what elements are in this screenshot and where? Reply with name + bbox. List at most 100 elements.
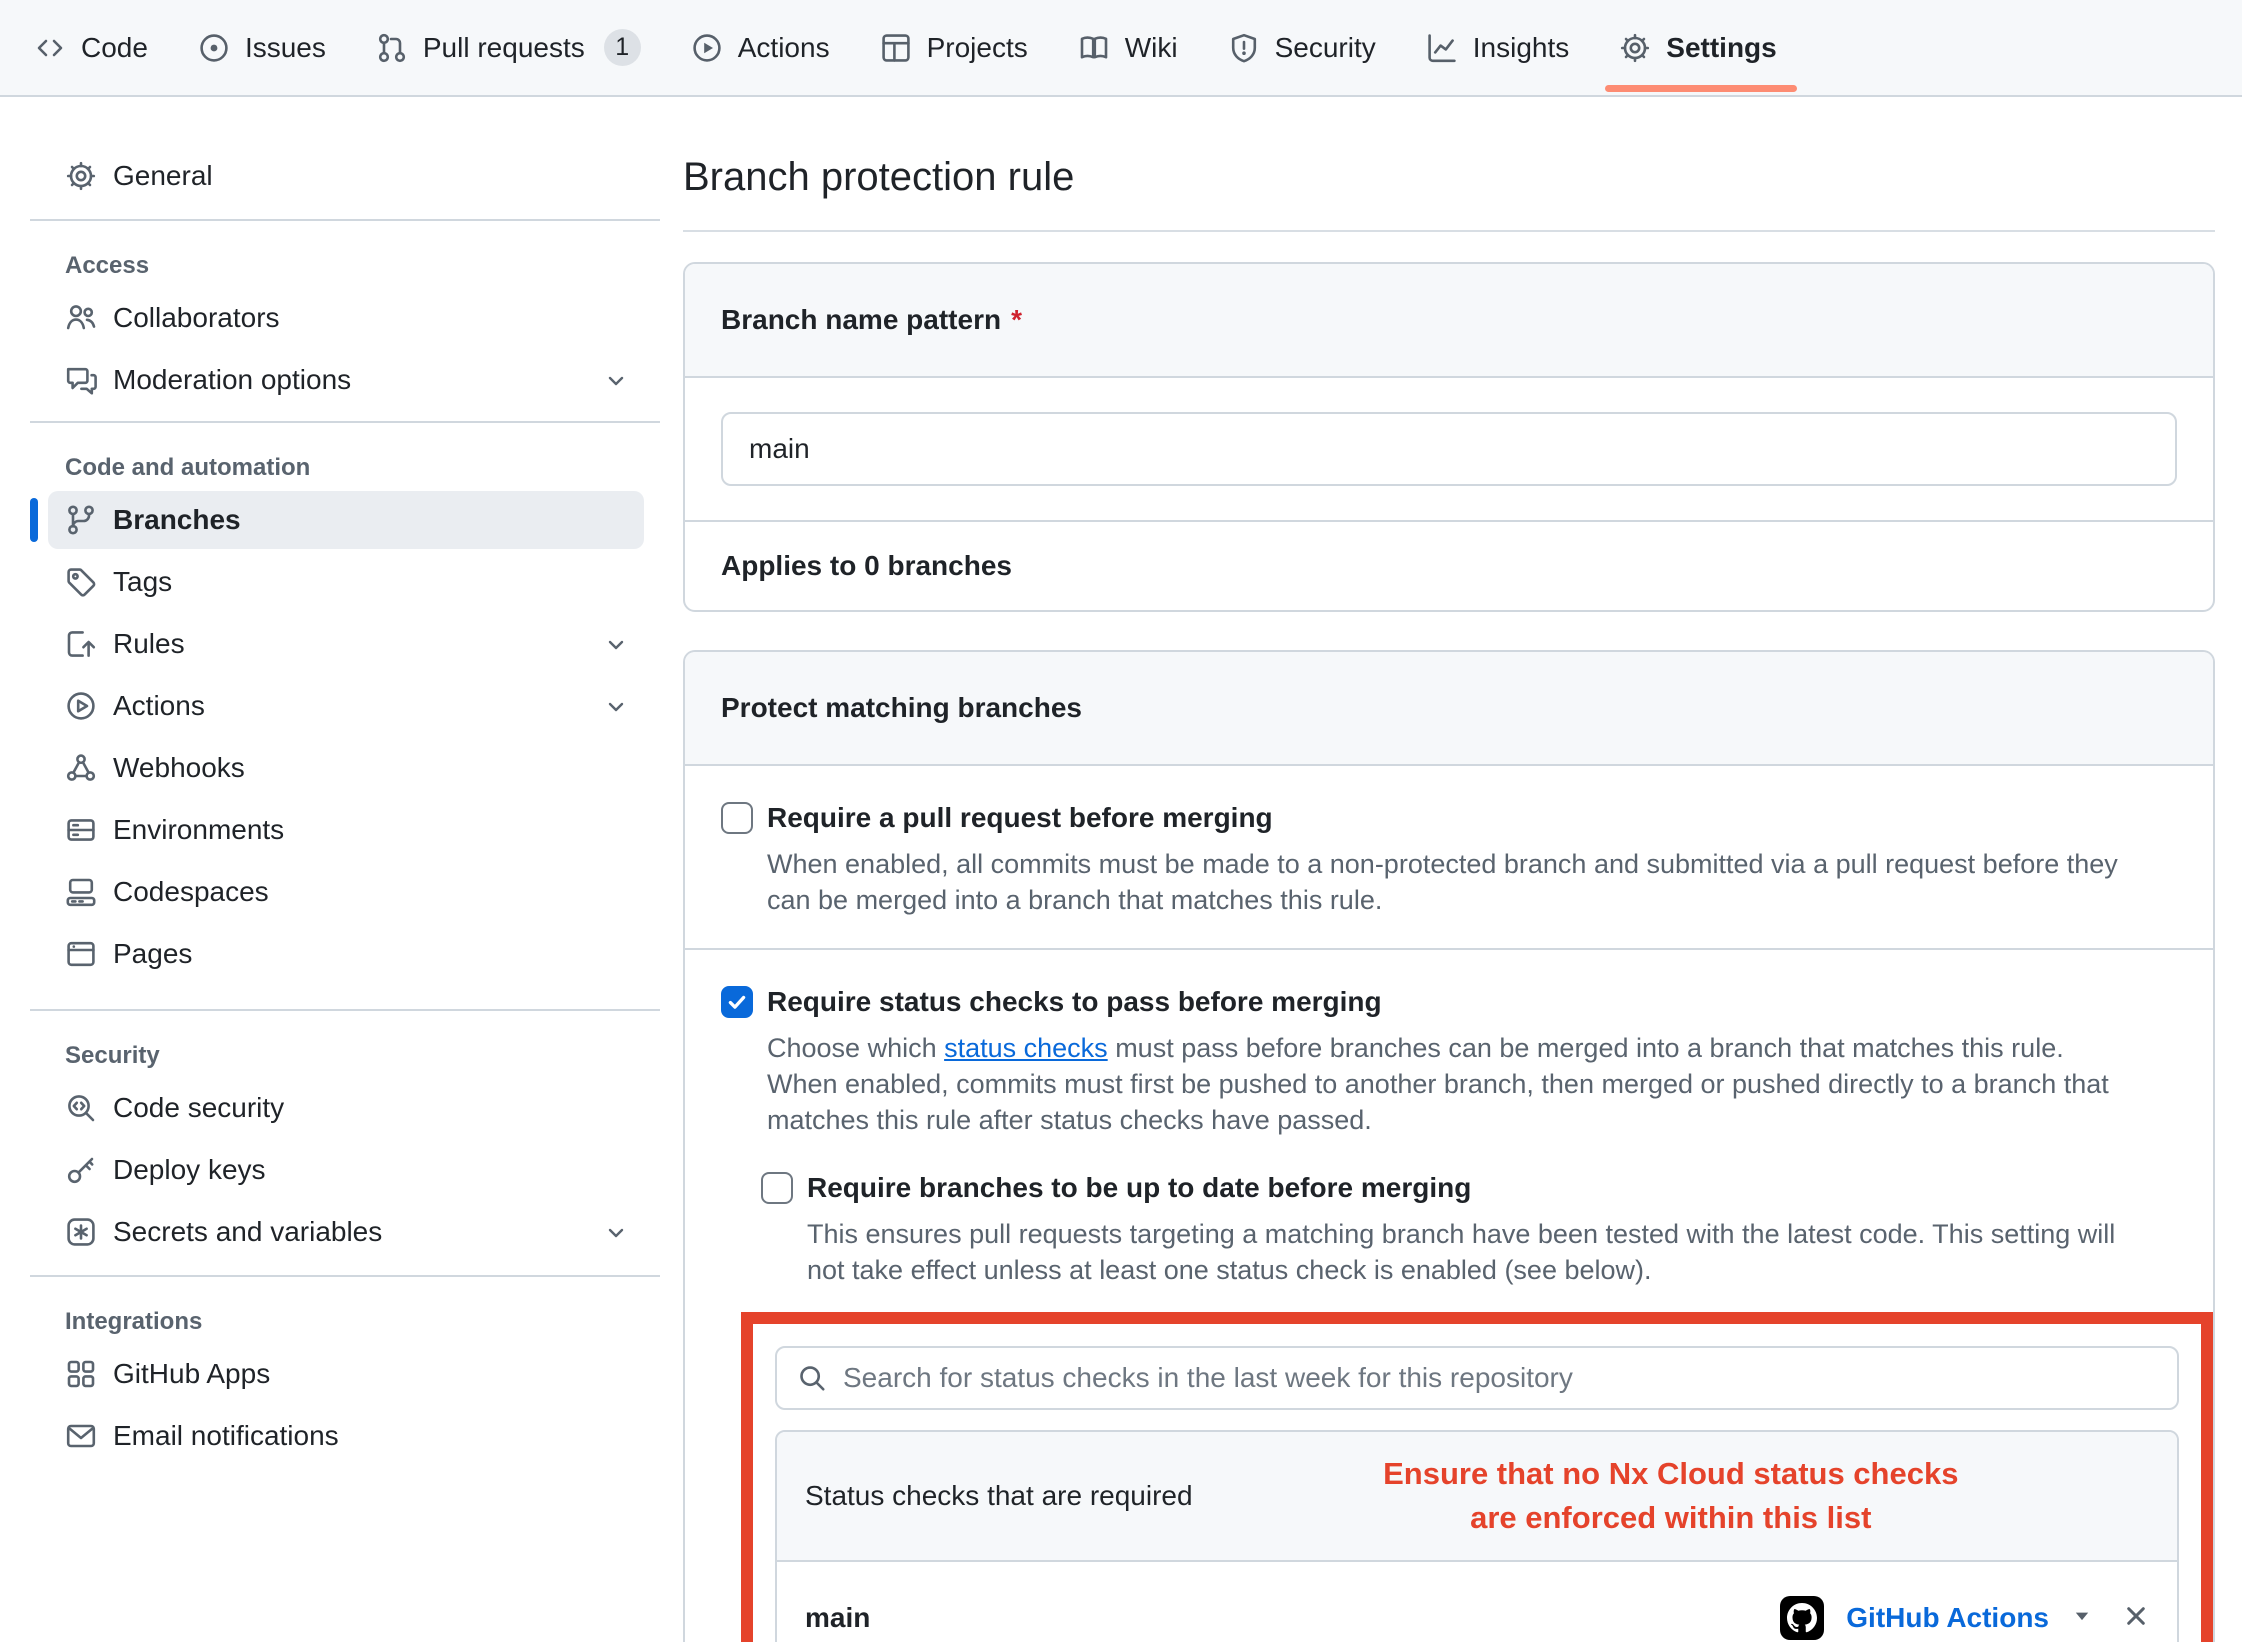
require-up-to-date-label: Require branches to be up to date before… xyxy=(807,1172,1471,1204)
sidebar-item-deploy-keys[interactable]: Deploy keys xyxy=(48,1141,644,1199)
title-divider xyxy=(683,230,2215,232)
status-checks-link[interactable]: status checks xyxy=(944,1033,1108,1063)
check-icon xyxy=(725,990,749,1014)
sidebar-item-codespaces[interactable]: Codespaces xyxy=(48,863,644,921)
sidebar-item-code-security[interactable]: Code security xyxy=(48,1079,644,1137)
rules-icon xyxy=(65,628,97,660)
code-scan-icon xyxy=(65,1092,97,1124)
tab-label: Insights xyxy=(1473,32,1570,64)
github-settings-page: Code Issues Pull requests 1 Actions Pr xyxy=(0,0,2242,1642)
status-checks-search[interactable]: Search for status checks in the last wee… xyxy=(775,1346,2179,1410)
git-pull-request-icon xyxy=(376,32,408,64)
pull-requests-count-badge: 1 xyxy=(604,29,641,66)
sidebar-divider xyxy=(30,1009,660,1011)
play-icon xyxy=(691,32,723,64)
tab-security[interactable]: Security xyxy=(1214,16,1390,80)
tab-wiki[interactable]: Wiki xyxy=(1064,16,1192,80)
status-list-header: Status checks that are required Ensure t… xyxy=(777,1432,2177,1562)
sidebar-item-label: Secrets and variables xyxy=(113,1216,382,1248)
sidebar-item-pages[interactable]: Pages xyxy=(48,925,644,983)
search-placeholder: Search for status checks in the last wee… xyxy=(843,1362,1573,1394)
table-icon xyxy=(880,32,912,64)
annotation-line-1: Ensure that no Nx Cloud status checks xyxy=(1193,1452,2149,1496)
tab-label: Wiki xyxy=(1125,32,1178,64)
require-status-checks-description: Choose which status checks must pass bef… xyxy=(721,1030,2121,1138)
tab-code[interactable]: Code xyxy=(20,16,162,80)
repo-nav: Code Issues Pull requests 1 Actions Pr xyxy=(0,0,2242,97)
require-up-to-date-checkbox[interactable] xyxy=(761,1172,793,1204)
sidebar-item-label: Deploy keys xyxy=(113,1154,266,1186)
status-list-header-label: Status checks that are required xyxy=(805,1480,1193,1512)
graph-icon xyxy=(1426,32,1458,64)
sidebar-item-actions[interactable]: Actions xyxy=(48,677,644,735)
issue-opened-icon xyxy=(198,32,230,64)
sidebar-section-code-automation: Code and automation xyxy=(30,453,660,483)
shield-icon xyxy=(1228,32,1260,64)
chevron-down-icon xyxy=(604,1220,628,1244)
sidebar-item-label: Branches xyxy=(113,504,241,536)
sidebar-item-webhooks[interactable]: Webhooks xyxy=(48,739,644,797)
tab-settings[interactable]: Settings xyxy=(1605,16,1790,80)
github-actions-link[interactable]: GitHub Actions xyxy=(1846,1602,2049,1634)
branch-name-pattern-card: Branch name pattern* Applies to 0 branch… xyxy=(683,262,2215,612)
browser-icon xyxy=(65,938,97,970)
tag-icon xyxy=(65,566,97,598)
require-status-checks-label: Require status checks to pass before mer… xyxy=(767,986,1382,1018)
require-pr-description: When enabled, all commits must be made t… xyxy=(721,846,2121,918)
sidebar-item-secrets-variables[interactable]: Secrets and variables xyxy=(48,1203,644,1261)
sidebar-divider xyxy=(30,1275,660,1277)
sidebar-section-security: Security xyxy=(30,1041,660,1071)
secret-asterisk-icon xyxy=(65,1216,97,1248)
require-status-checks-checkbox[interactable] xyxy=(721,986,753,1018)
sidebar-item-label: Pages xyxy=(113,938,192,970)
codespaces-icon xyxy=(65,876,97,908)
chevron-down-icon xyxy=(604,694,628,718)
gear-icon xyxy=(65,160,97,192)
sidebar-item-label: Collaborators xyxy=(113,302,280,334)
protect-matching-branches-card: Protect matching branches Require a pull… xyxy=(683,650,2215,1642)
chevron-down-icon xyxy=(604,368,628,392)
require-up-to-date-description: This ensures pull requests targeting a m… xyxy=(761,1216,2141,1288)
active-item-indicator xyxy=(30,498,38,542)
sidebar-item-general[interactable]: General xyxy=(48,147,644,205)
sidebar-divider xyxy=(30,219,660,221)
require-pr-section: Require a pull request before merging Wh… xyxy=(685,766,2213,948)
octocat-icon xyxy=(1787,1603,1817,1633)
sidebar-item-label: Moderation options xyxy=(113,364,351,396)
sidebar-item-rules[interactable]: Rules xyxy=(48,615,644,673)
tab-issues[interactable]: Issues xyxy=(184,16,340,80)
remove-status-check-icon[interactable] xyxy=(2123,1603,2149,1634)
server-icon xyxy=(65,814,97,846)
sidebar-item-moderation-options[interactable]: Moderation options xyxy=(48,351,644,409)
sidebar-item-label: Environments xyxy=(113,814,284,846)
status-check-row: main GitHub Actions xyxy=(777,1562,2177,1642)
sidebar-item-branches[interactable]: Branches xyxy=(48,491,644,549)
sidebar-item-label: Webhooks xyxy=(113,752,245,784)
code-icon xyxy=(34,32,66,64)
sidebar-item-github-apps[interactable]: GitHub Apps xyxy=(48,1345,644,1403)
sidebar-item-environments[interactable]: Environments xyxy=(48,801,644,859)
sidebar-item-label: Tags xyxy=(113,566,172,598)
branch-name-pattern-header: Branch name pattern* xyxy=(685,264,2213,378)
sidebar-item-tags[interactable]: Tags xyxy=(48,553,644,611)
tab-insights[interactable]: Insights xyxy=(1412,16,1584,80)
sidebar-item-collaborators[interactable]: Collaborators xyxy=(48,289,644,347)
tab-actions[interactable]: Actions xyxy=(677,16,844,80)
key-icon xyxy=(65,1154,97,1186)
sidebar-item-label: Rules xyxy=(113,628,185,660)
sidebar-item-email-notifications[interactable]: Email notifications xyxy=(48,1407,644,1465)
caret-down-icon[interactable] xyxy=(2071,1605,2093,1632)
require-pr-checkbox[interactable] xyxy=(721,802,753,834)
tab-pull-requests[interactable]: Pull requests 1 xyxy=(362,16,655,80)
tab-projects[interactable]: Projects xyxy=(866,16,1042,80)
tab-label: Security xyxy=(1275,32,1376,64)
page-title: Branch protection rule xyxy=(683,155,2215,200)
annotation-highlight-box: Search for status checks in the last wee… xyxy=(741,1312,2213,1642)
branch-name-pattern-input[interactable] xyxy=(721,412,2177,486)
tab-label: Settings xyxy=(1666,32,1776,64)
applies-to-branches: Applies to 0 branches xyxy=(685,520,2213,610)
description-text: Choose which xyxy=(767,1033,944,1063)
chevron-down-icon xyxy=(604,632,628,656)
status-check-name: main xyxy=(805,1602,870,1634)
sidebar-section-access: Access xyxy=(30,251,660,281)
